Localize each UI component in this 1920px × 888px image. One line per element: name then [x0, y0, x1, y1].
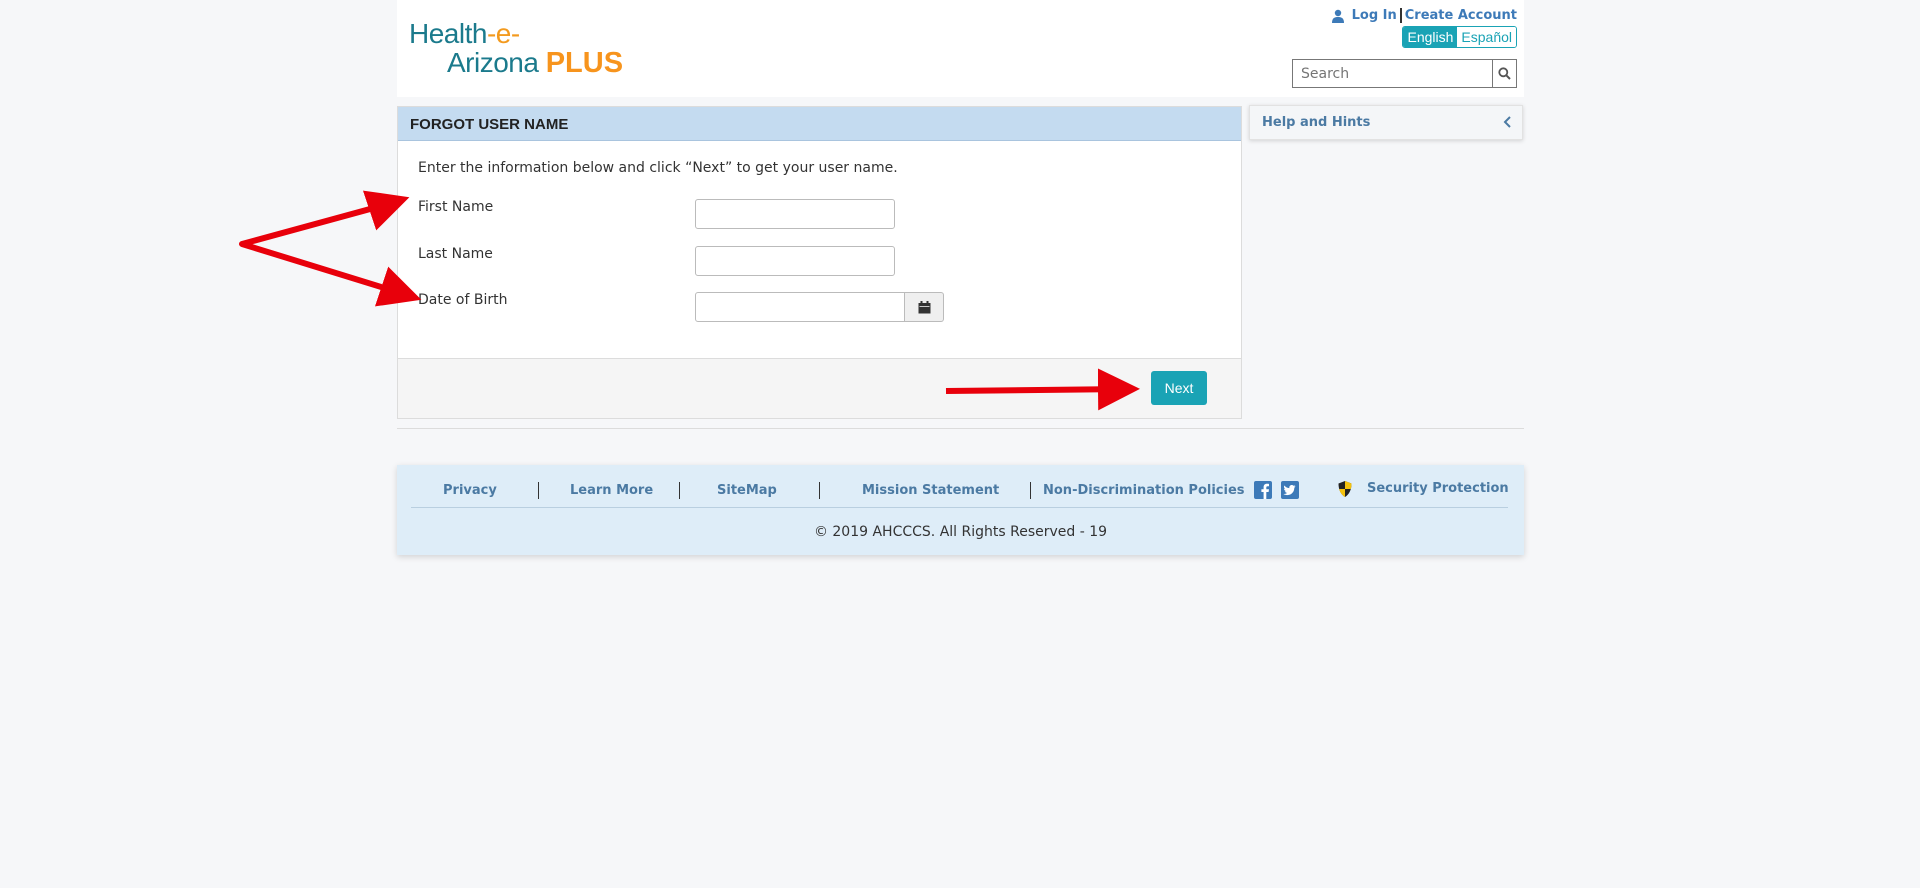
create-account-link[interactable]: Create Account: [1405, 8, 1517, 23]
search-icon: [1498, 67, 1511, 80]
calendar-icon: [918, 300, 930, 313]
footer-learn-more-link[interactable]: Learn More: [570, 483, 653, 498]
search-box: [1292, 59, 1517, 88]
footer-privacy-link[interactable]: Privacy: [443, 483, 497, 498]
footer-non-discrimination-link[interactable]: Non-Discrimination Policies: [1043, 483, 1245, 498]
first-name-input[interactable]: [695, 199, 895, 229]
last-name-input[interactable]: [695, 246, 895, 276]
search-button[interactable]: [1492, 59, 1517, 88]
twitter-icon[interactable]: [1281, 481, 1299, 499]
content-divider: [397, 428, 1524, 429]
date-of-birth-label: Date of Birth: [418, 292, 508, 308]
footer-separator: [1030, 482, 1031, 499]
calendar-button[interactable]: [905, 292, 944, 322]
lang-english-button[interactable]: English: [1403, 27, 1458, 47]
help-title: Help and Hints: [1262, 115, 1371, 130]
footer-separator: [819, 482, 820, 499]
footer-separator: [538, 482, 539, 499]
forgot-username-panel: FORGOT USER NAME Enter the information b…: [397, 106, 1242, 419]
footer-mission-statement-link[interactable]: Mission Statement: [862, 483, 999, 498]
next-button[interactable]: Next: [1151, 371, 1207, 405]
user-icon: [1331, 9, 1344, 23]
search-input[interactable]: [1292, 59, 1492, 88]
footer-security-protection-link[interactable]: Security Protection: [1367, 481, 1509, 496]
form-instructions: Enter the information below and click “N…: [418, 160, 898, 176]
health-e-arizona-plus-logo[interactable]: Health-e- Arizona PLUS: [409, 20, 623, 78]
shield-icon: [1338, 481, 1352, 497]
language-toggle: English Español: [1402, 26, 1517, 48]
form-footer: Next: [398, 358, 1241, 418]
facebook-icon[interactable]: [1254, 481, 1272, 499]
panel-title: FORGOT USER NAME: [398, 107, 1241, 141]
first-name-label: First Name: [418, 199, 494, 215]
annotation-arrow-name-fields: [239, 200, 408, 298]
lang-spanish-button[interactable]: Español: [1457, 27, 1516, 47]
footer-separator: [679, 482, 680, 499]
chevron-left-icon[interactable]: [1503, 116, 1512, 128]
copyright-text: © 2019 AHCCCS. All Rights Reserved - 19: [813, 524, 1108, 540]
footer-sitemap-link[interactable]: SiteMap: [717, 483, 777, 498]
account-links: Log In Create Account: [1331, 8, 1517, 23]
date-of-birth-input[interactable]: [695, 292, 905, 322]
help-and-hints-panel[interactable]: Help and Hints: [1249, 105, 1523, 140]
date-of-birth-group: [695, 292, 944, 322]
footer-divider: [411, 507, 1508, 508]
link-separator: [1399, 8, 1402, 23]
site-footer: Privacy Learn More SiteMap Mission State…: [397, 465, 1524, 555]
site-header: Health-e- Arizona PLUS Log In Create Acc…: [397, 0, 1524, 97]
last-name-label: Last Name: [418, 246, 493, 262]
log-in-link[interactable]: Log In: [1352, 8, 1397, 23]
